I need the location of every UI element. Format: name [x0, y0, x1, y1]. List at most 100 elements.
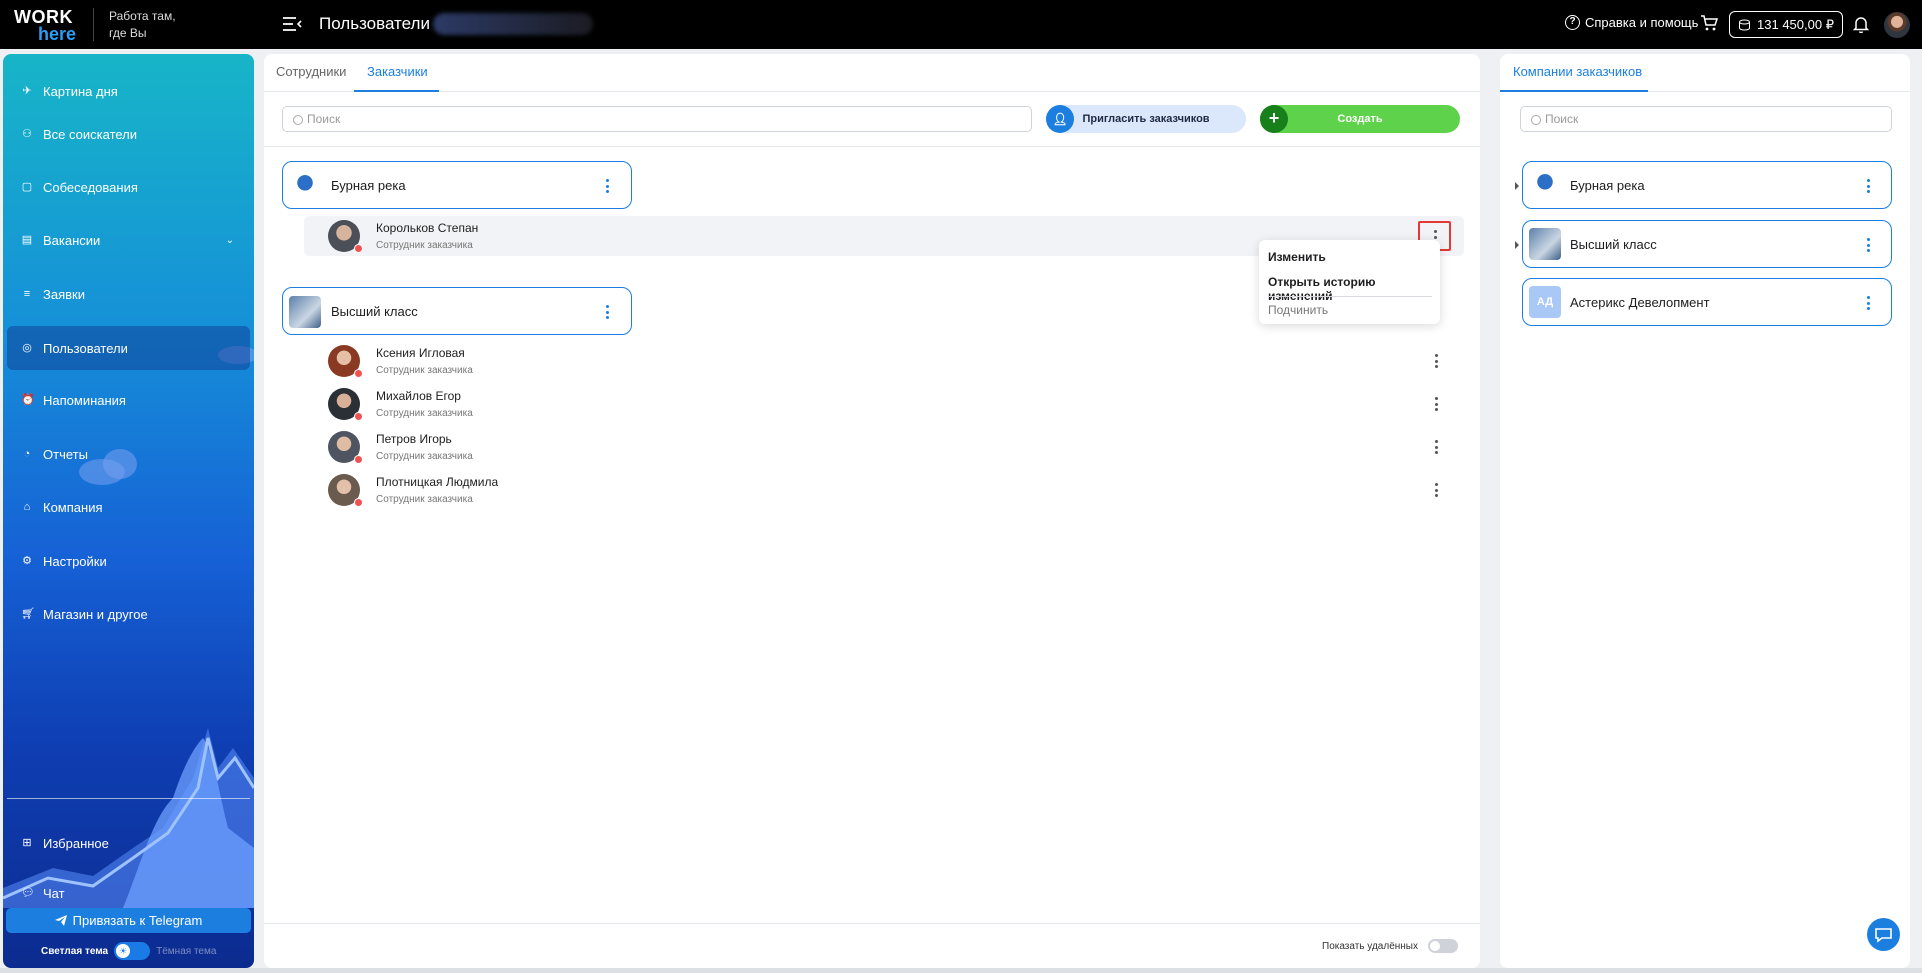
person-role: Сотрудник заказчика [376, 494, 473, 505]
table-row[interactable]: Петров Игорь Сотрудник заказчика [304, 427, 1464, 467]
table-row[interactable]: Плотницкая Людмила Сотрудник заказчика [304, 470, 1464, 510]
person-name: Корольков Степан [376, 221, 479, 235]
sidebar-item-reminders[interactable]: ⏰ Напоминания [3, 378, 254, 422]
support-chat-button[interactable] [1867, 918, 1900, 951]
coins-icon [1739, 19, 1751, 31]
more-options-icon[interactable] [1434, 354, 1438, 368]
menu-collapse-icon[interactable] [282, 15, 302, 33]
chevron-down-icon: ⌄ [225, 234, 234, 246]
company-list-item[interactable]: АД Астерикс Девелопмент [1522, 278, 1892, 326]
top-bar: WORK here Работа там, где Вы Пользовател… [0, 0, 1922, 49]
sidebar-item-vacancies[interactable]: ▤ Вакансии ⌄ [3, 218, 254, 262]
sidebar-item-label: Чат [43, 885, 65, 901]
tab-employees[interactable]: Сотрудники [276, 64, 346, 79]
company-card[interactable]: Бурная река [282, 161, 632, 209]
cart-icon[interactable] [1700, 14, 1719, 32]
right-tabs: Компании заказчиков [1500, 54, 1910, 92]
sidebar-item-requests[interactable]: ≡ Заявки [3, 272, 254, 316]
create-button-label: Создать [1337, 113, 1383, 125]
show-deleted-toggle[interactable] [1427, 939, 1458, 953]
invite-button-label: Пригласить заказчиков [1082, 113, 1210, 125]
tab-customers[interactable]: Заказчики [367, 64, 428, 79]
person-role: Сотрудник заказчика [376, 240, 473, 251]
chat-bubble-icon [1875, 928, 1892, 943]
active-tab-underline [354, 90, 439, 92]
company-list-item[interactable]: Бурная река [1515, 161, 1892, 209]
balance-button[interactable]: 131 450,00 ₽ [1729, 11, 1843, 38]
invite-customers-button[interactable]: 👤︎ Пригласить заказчиков [1046, 105, 1246, 133]
app-logo[interactable]: WORK here [14, 8, 78, 43]
sidebar-item-favorites[interactable]: ⊞ Избранное [3, 821, 254, 865]
sidebar-item-interviews[interactable]: ▢ Собеседования [3, 165, 254, 209]
sidebar-item-label: Магазин и другое [43, 606, 148, 622]
user-avatar[interactable] [1884, 12, 1910, 38]
more-options-icon[interactable] [1434, 397, 1438, 411]
person-role: Сотрудник заказчика [376, 365, 473, 376]
more-options-icon[interactable] [1866, 238, 1870, 252]
sidebar-item-company[interactable]: ⌂ Компания [3, 485, 254, 529]
sidebar-item-day-overview[interactable]: ✈ Картина дня [3, 69, 254, 113]
plus-icon: + [1260, 105, 1288, 133]
company-logo [289, 170, 321, 202]
table-row[interactable]: Михайлов Егор Сотрудник заказчика [304, 384, 1464, 424]
sidebar-item-users[interactable]: ◎ Пользователи [7, 326, 250, 370]
theme-dark-label: Тёмная тема [156, 945, 217, 957]
sidebar-item-reports[interactable]: ◔ Отчеты [3, 432, 254, 476]
sidebar-item-label: Картина дня [43, 83, 118, 99]
sidebar-item-shop[interactable]: 🛒︎ Магазин и другое [3, 592, 254, 636]
companies-search-input[interactable]: Поиск [1520, 106, 1892, 132]
bell-icon[interactable] [1852, 15, 1870, 34]
balance-value: 131 450,00 ₽ [1757, 16, 1834, 32]
status-dot [354, 244, 363, 253]
main-panel: Сотрудники Заказчики Поиск 👤︎ Пригласить… [264, 54, 1480, 968]
sidebar-item-label: Заявки [43, 286, 85, 302]
people-icon: ⚇ [22, 128, 32, 140]
search-placeholder: Поиск [307, 112, 341, 126]
theme-light-label: Светлая тема [41, 945, 109, 957]
help-link[interactable]: ? Справка и помощь [1565, 15, 1698, 30]
company-card[interactable]: Высший класс [282, 287, 632, 335]
sidebar-item-label: Компания [43, 499, 103, 515]
tab-customer-companies[interactable]: Компании заказчиков [1513, 64, 1642, 79]
person-name: Михайлов Егор [376, 389, 461, 403]
sidebar-item-settings[interactable]: ⚙ Настройки [3, 539, 254, 583]
sidebar-item-label: Настройки [43, 553, 107, 569]
menu-item-edit[interactable]: Изменить [1268, 250, 1326, 264]
theme-switcher: Светлая тема ☀ Тёмная тема [41, 942, 216, 960]
search-input[interactable]: Поиск [282, 106, 1032, 132]
expand-caret-icon[interactable] [1515, 182, 1519, 190]
more-options-icon[interactable] [1866, 296, 1870, 310]
show-deleted-control: Показать удалённых [1322, 939, 1458, 953]
more-options-icon[interactable] [605, 179, 609, 193]
expand-caret-icon[interactable] [1515, 241, 1519, 249]
user-circle-icon: ◎ [22, 342, 32, 354]
sidebar-divider [7, 798, 250, 799]
grid-icon: ⊞ [22, 837, 32, 849]
menu-item-subordinate[interactable]: Подчинить [1268, 303, 1328, 317]
sidebar-item-candidates[interactable]: ⚇ Все соискатели [3, 112, 254, 156]
company-list-item[interactable]: Высший класс [1515, 220, 1892, 268]
sidebar: ✈ Картина дня ⚇ Все соискатели ▢ Собесед… [3, 54, 254, 968]
sidebar-item-label: Пользователи [43, 340, 128, 356]
menu-item-history[interactable]: Открыть историю изменений [1268, 275, 1440, 303]
telegram-link-button[interactable]: Привязать к Telegram [6, 908, 251, 933]
more-options-icon[interactable] [1434, 483, 1438, 497]
tagline-line-2: где Вы [109, 26, 147, 40]
sidebar-item-label: Отчеты [43, 446, 88, 462]
alarm-icon: ⏰ [21, 394, 35, 406]
table-row[interactable]: Ксения Игловая Сотрудник заказчика [304, 341, 1464, 381]
more-options-icon[interactable] [1434, 440, 1438, 454]
customer-companies-panel: Компании заказчиков Поиск Бурная река Вы… [1500, 54, 1910, 968]
more-options-icon[interactable] [605, 305, 609, 319]
person-name: Плотницкая Людмила [376, 475, 499, 489]
current-company-chip[interactable] [433, 13, 593, 35]
vacancy-icon: ▤ [21, 234, 33, 246]
company-name: Бурная река [331, 177, 406, 193]
company-logo [289, 296, 321, 328]
question-icon: ? [1565, 15, 1580, 30]
status-dot [354, 455, 363, 464]
create-button[interactable]: + Создать [1260, 105, 1460, 133]
theme-toggle[interactable]: ☀ [114, 942, 151, 960]
more-options-icon[interactable] [1866, 179, 1870, 193]
search-placeholder: Поиск [1545, 112, 1579, 126]
